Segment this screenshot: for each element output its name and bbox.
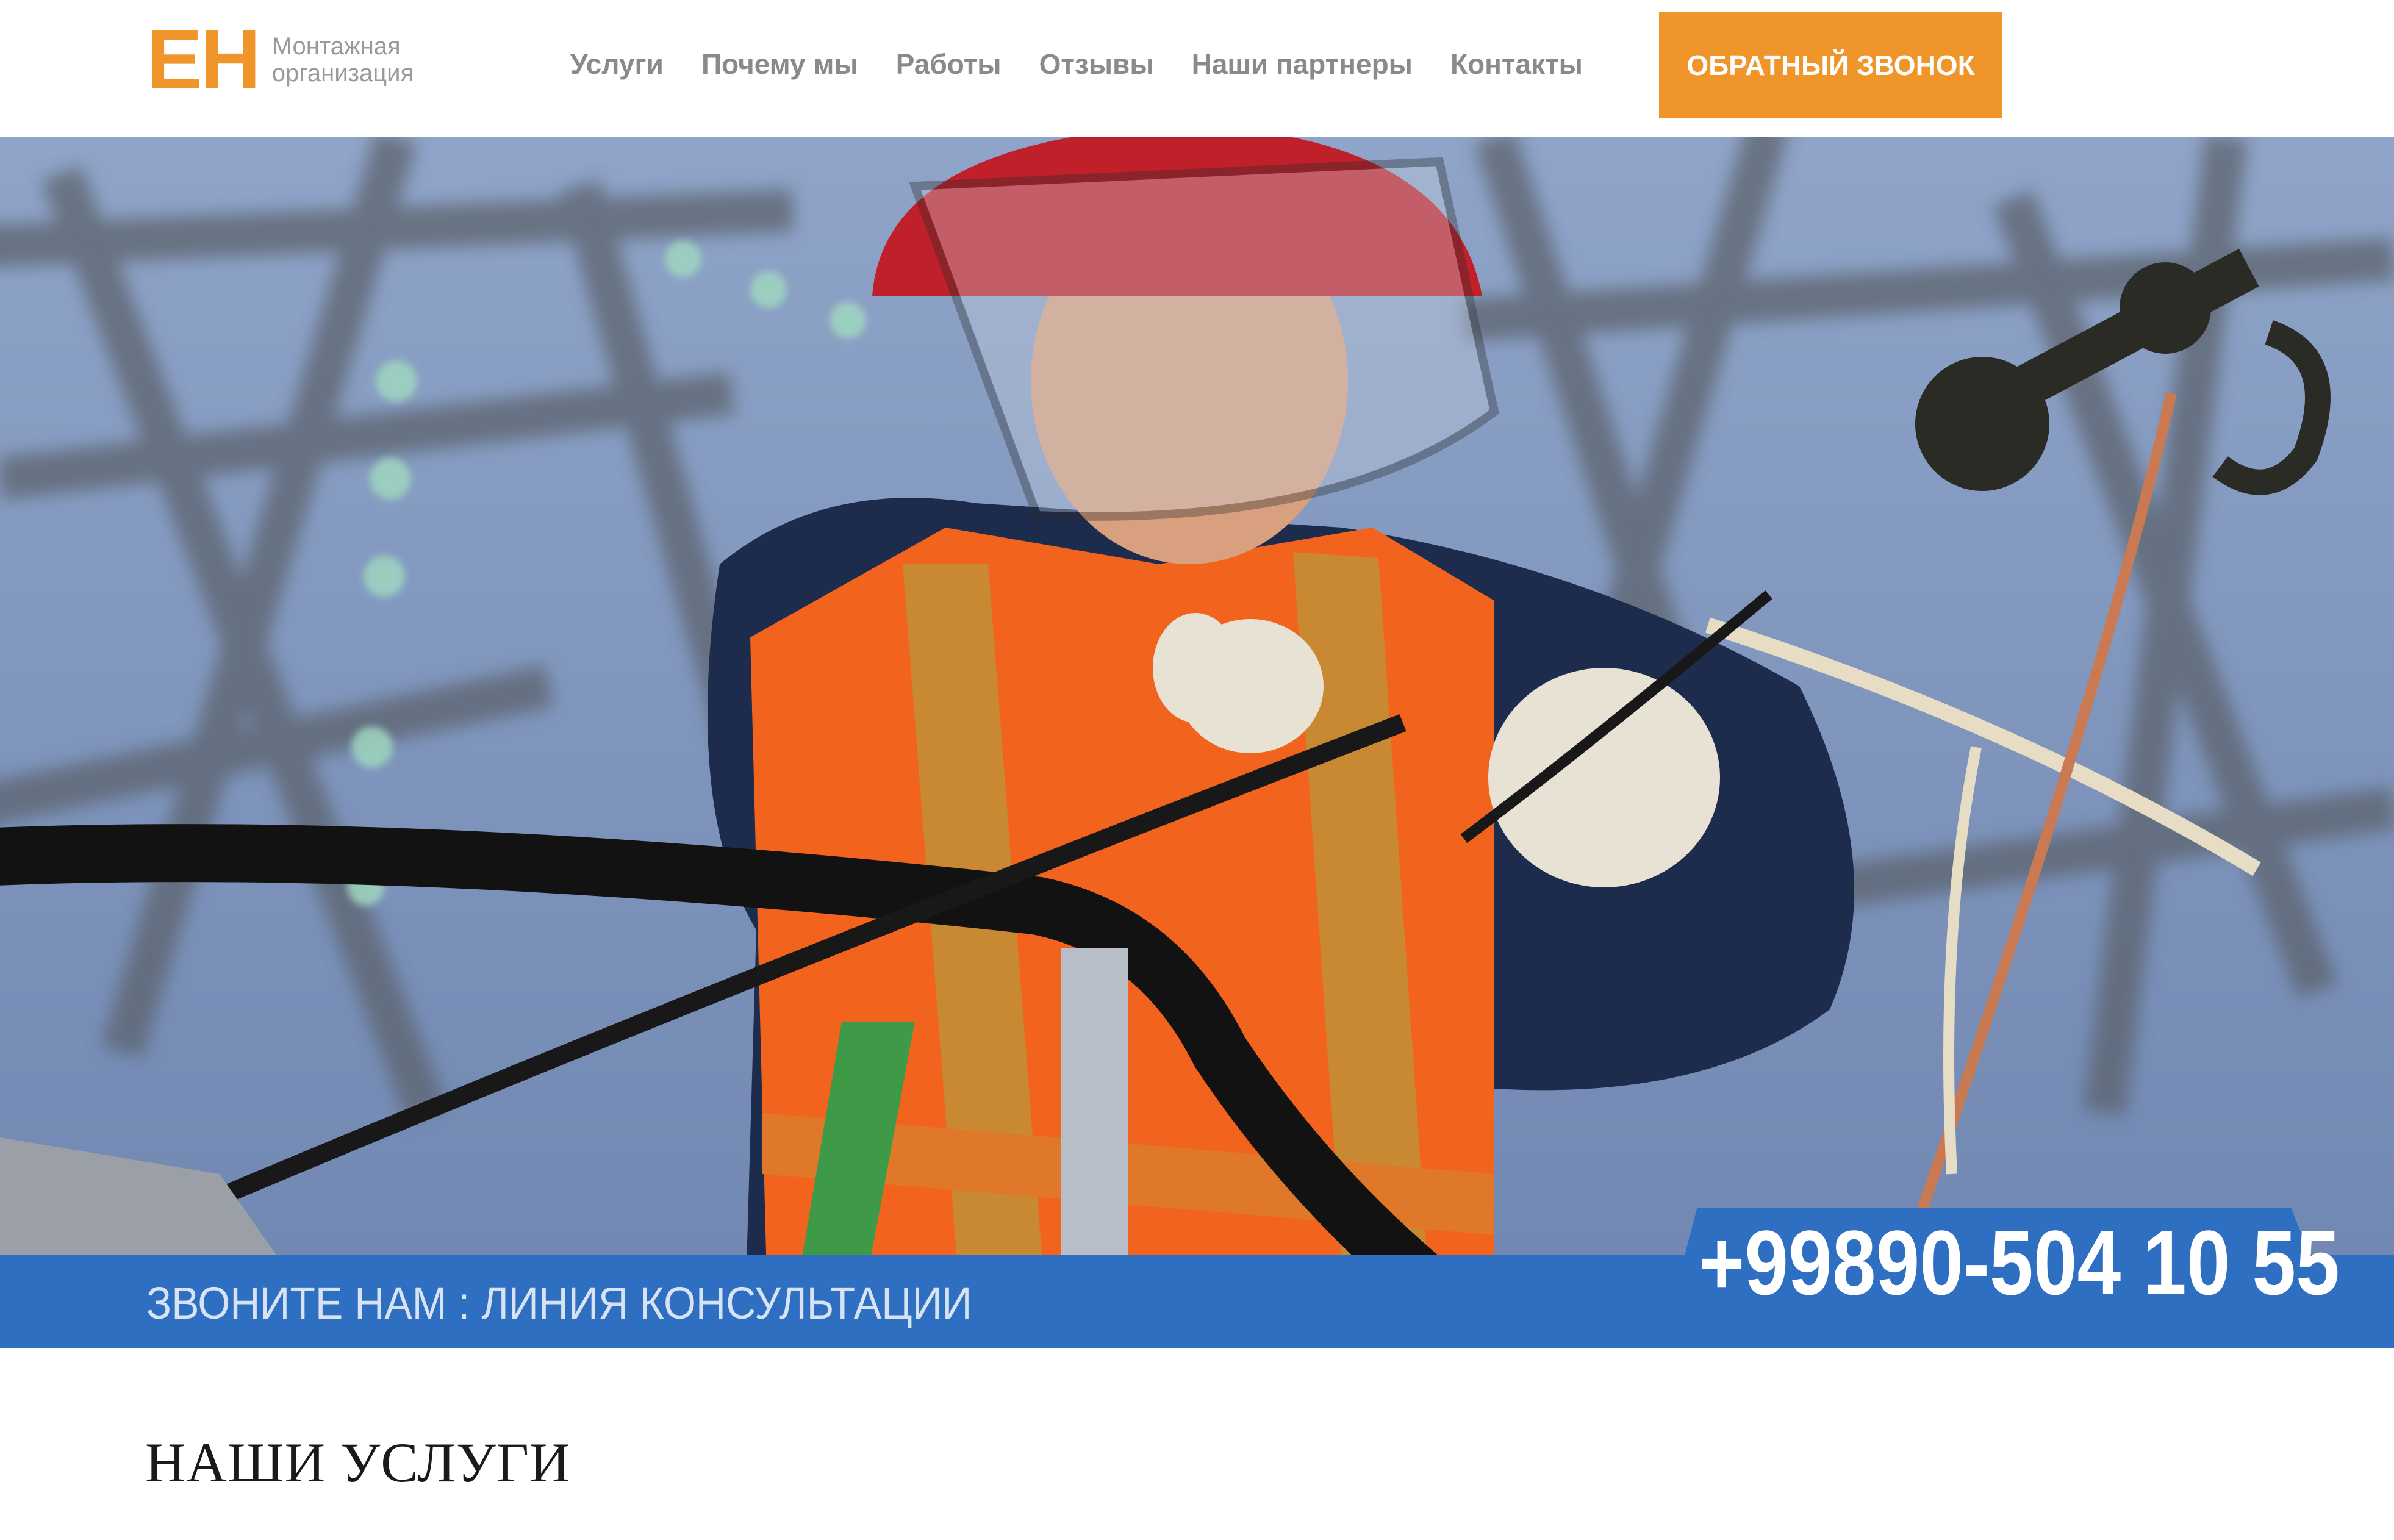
logo-caption: Монтажная организация: [272, 33, 414, 87]
consultation-text: ЗВОНИТЕ НАМ : ЛИНИЯ КОНСУЛЬТАЦИИ: [146, 1278, 972, 1328]
logo-caption-line2: организация: [271, 60, 414, 87]
phone-number[interactable]: +99890-504 10 55: [1699, 1217, 2340, 1308]
nav-item-partners[interactable]: Наши партнеры: [1192, 48, 1413, 81]
nav-item-works[interactable]: Работы: [896, 48, 1002, 81]
hero-image: [0, 137, 2394, 1348]
site-header: EH Монтажная организация Услуги Почему м…: [0, 0, 2394, 137]
main-nav: Услуги Почему мы Работы Отзывы Наши парт…: [570, 43, 1621, 85]
logo[interactable]: EH Монтажная организация: [146, 18, 414, 102]
services-title: НАШИ УСЛУГИ: [145, 1431, 571, 1494]
logo-mark: EH: [146, 13, 261, 107]
nav-item-services[interactable]: Услуги: [570, 48, 664, 81]
logo-caption-line1: Монтажная: [271, 33, 401, 60]
callback-button[interactable]: ОБРАТНЫЙ ЗВОНОК: [1659, 12, 2002, 118]
nav-item-reviews[interactable]: Отзывы: [1039, 48, 1154, 81]
nav-item-why-us[interactable]: Почему мы: [701, 48, 858, 81]
hero-photo: [0, 137, 2394, 1348]
nav-item-contacts[interactable]: Контакты: [1450, 48, 1583, 81]
